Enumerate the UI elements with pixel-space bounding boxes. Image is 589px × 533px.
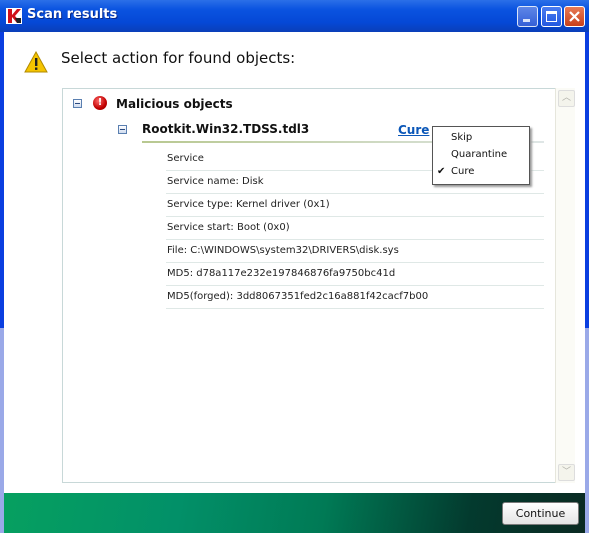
detail-row: MD5: d78a117e232e197846876fa9750bc41d bbox=[166, 263, 544, 286]
page-heading: Select action for found objects: bbox=[61, 49, 296, 67]
detail-row: MD5(forged): 3dd8067351fed2c16a881f42cac… bbox=[166, 286, 544, 309]
footer-bar bbox=[4, 493, 585, 533]
threat-name: Rootkit.Win32.TDSS.tdl3 bbox=[142, 122, 310, 136]
minimize-button[interactable] bbox=[517, 6, 538, 27]
close-button[interactable] bbox=[564, 6, 585, 27]
kaspersky-k-icon bbox=[6, 8, 22, 24]
error-icon: ! bbox=[93, 96, 107, 110]
window-border-left bbox=[0, 32, 4, 328]
collapse-group-toggle[interactable] bbox=[73, 99, 82, 108]
group-label-malicious: Malicious objects bbox=[116, 97, 233, 111]
menu-item-skip[interactable]: Skip bbox=[433, 129, 529, 146]
detail-row: File: C:\WINDOWS\system32\DRIVERS\disk.s… bbox=[166, 240, 544, 263]
window-border-right bbox=[585, 32, 589, 328]
detail-row: Service type: Kernel driver (0x1) bbox=[166, 194, 544, 217]
menu-item-quarantine[interactable]: Quarantine bbox=[433, 146, 529, 163]
window-border-right-lower bbox=[585, 328, 589, 533]
menu-item-label: Skip bbox=[451, 132, 473, 143]
checkmark-icon: ✔ bbox=[437, 166, 446, 177]
title-bar[interactable]: Scan results bbox=[0, 0, 589, 32]
warning-icon bbox=[24, 51, 48, 73]
action-link[interactable]: Cure bbox=[398, 123, 429, 137]
minimize-icon bbox=[523, 19, 530, 22]
window-title: Scan results bbox=[27, 7, 118, 22]
menu-item-label: Cure bbox=[451, 166, 475, 177]
scan-results-window: Scan results Select action for found obj… bbox=[0, 0, 589, 533]
scroll-up-icon[interactable]: ︿ bbox=[558, 90, 575, 107]
action-dropdown-menu: Skip Quarantine ✔ Cure bbox=[432, 126, 530, 185]
maximize-button[interactable] bbox=[541, 6, 562, 27]
menu-item-cure[interactable]: ✔ Cure bbox=[433, 163, 529, 180]
maximize-icon bbox=[546, 11, 557, 22]
scroll-down-icon[interactable]: ﹀ bbox=[558, 464, 575, 481]
collapse-object-toggle[interactable] bbox=[118, 125, 127, 134]
continue-button[interactable]: Continue bbox=[502, 502, 579, 525]
detail-row: Service start: Boot (0x0) bbox=[166, 217, 544, 240]
menu-item-label: Quarantine bbox=[451, 149, 508, 160]
close-icon bbox=[569, 11, 580, 22]
vertical-scrollbar[interactable]: ︿ ﹀ bbox=[555, 88, 575, 483]
